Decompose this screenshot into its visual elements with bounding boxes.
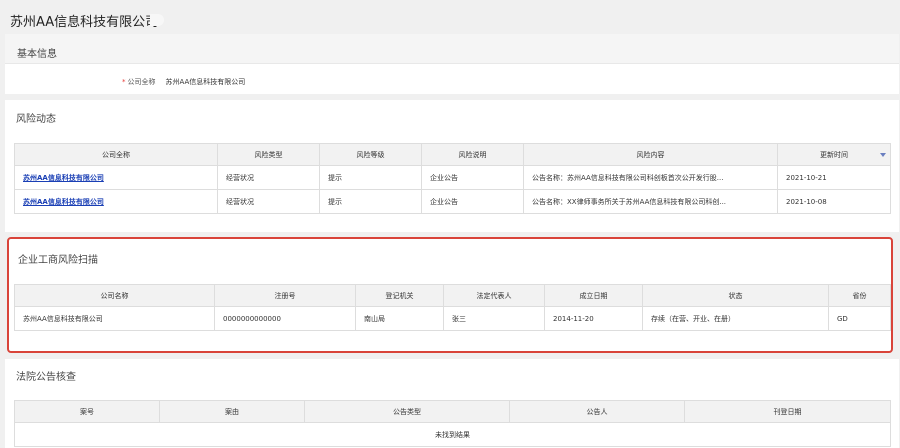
page-title: 苏州AA信息科技有限公司 bbox=[10, 15, 159, 30]
company-link[interactable]: 苏州AA信息科技有限公司 bbox=[14, 165, 218, 190]
table-cell: 南山局 bbox=[355, 306, 444, 331]
court-table: 案号 案由 公告类型 公告人 刊登日期 未找到结果 bbox=[14, 400, 891, 447]
business-table-header: 公司名称 注册号 登记机关 法定代表人 成立日期 状态 省份 bbox=[14, 284, 891, 307]
col-header[interactable]: 案号 bbox=[14, 400, 160, 423]
table-cell: 苏州AA信息科技有限公司 bbox=[14, 306, 215, 331]
table-cell: 经营状况 bbox=[217, 189, 320, 214]
basic-info-title: 基本信息 bbox=[5, 34, 899, 64]
col-header[interactable]: 公告类型 bbox=[304, 400, 510, 423]
risk-table-header: 公司全称 风险类型 风险等级 风险说明 风险内容 更新时间 bbox=[14, 143, 891, 166]
table-row: 苏州AA信息科技有限公司 0000000000000 南山局 张三 2014-1… bbox=[14, 306, 891, 331]
table-cell: 企业公告 bbox=[421, 189, 524, 214]
risk-title: 风险动态 bbox=[16, 114, 56, 125]
table-cell: 公告名称：苏州AA信息科技有限公司科创板首次公开发行股... bbox=[523, 165, 778, 190]
col-header[interactable]: 风险内容 bbox=[523, 143, 778, 166]
col-header[interactable]: 风险说明 bbox=[421, 143, 524, 166]
col-header[interactable]: 注册号 bbox=[214, 284, 356, 307]
col-header[interactable]: 登记机关 bbox=[355, 284, 444, 307]
table-cell: 2021-10-08 bbox=[777, 189, 891, 214]
col-header[interactable]: 成立日期 bbox=[544, 284, 643, 307]
sort-arrow-icon[interactable] bbox=[880, 153, 886, 157]
col-header[interactable]: 状态 bbox=[642, 284, 829, 307]
field-value: 苏州AA信息科技有限公司 bbox=[165, 78, 246, 86]
col-header[interactable]: 刊登日期 bbox=[684, 400, 891, 423]
company-link[interactable]: 苏州AA信息科技有限公司 bbox=[14, 189, 218, 214]
col-header[interactable]: 公告人 bbox=[509, 400, 685, 423]
table-cell: 2014-11-20 bbox=[544, 306, 643, 331]
table-cell: 2021-10-21 bbox=[777, 165, 891, 190]
table-row: 苏州AA信息科技有限公司 经营状况 提示 企业公告 公告名称：XX律师事务所关于… bbox=[14, 189, 891, 214]
court-table-header: 案号 案由 公告类型 公告人 刊登日期 bbox=[14, 400, 891, 423]
table-cell: 经营状况 bbox=[217, 165, 320, 190]
col-header[interactable]: 公司全称 bbox=[14, 143, 218, 166]
field-label: 公司全称 bbox=[127, 78, 156, 86]
col-header[interactable]: 公司名称 bbox=[14, 284, 215, 307]
table-cell: GD bbox=[828, 306, 891, 331]
col-header[interactable]: 法定代表人 bbox=[443, 284, 545, 307]
col-header-label: 更新时间 bbox=[820, 150, 848, 159]
empty-text: 未找到结果 bbox=[14, 422, 891, 447]
table-cell: 企业公告 bbox=[421, 165, 524, 190]
risk-table: 公司全称 风险类型 风险等级 风险说明 风险内容 更新时间 苏州AA信息科技有限… bbox=[14, 143, 891, 214]
title-tab-decoration bbox=[150, 14, 164, 26]
court-title: 法院公告核查 bbox=[16, 372, 76, 383]
col-header[interactable]: 风险类型 bbox=[217, 143, 320, 166]
table-cell: 提示 bbox=[319, 165, 422, 190]
table-cell: 提示 bbox=[319, 189, 422, 214]
business-table: 公司名称 注册号 登记机关 法定代表人 成立日期 状态 省份 苏州AA信息科技有… bbox=[14, 284, 891, 331]
col-header[interactable]: 风险等级 bbox=[319, 143, 422, 166]
table-cell: 0000000000000 bbox=[214, 306, 356, 331]
table-cell: 张三 bbox=[443, 306, 545, 331]
required-mark: * bbox=[122, 78, 126, 86]
table-row: 苏州AA信息科技有限公司 经营状况 提示 企业公告 公告名称：苏州AA信息科技有… bbox=[14, 165, 891, 190]
company-name-field: * 公司全称 苏州AA信息科技有限公司 bbox=[122, 77, 245, 87]
empty-row: 未找到结果 bbox=[14, 422, 891, 447]
col-header[interactable]: 案由 bbox=[159, 400, 305, 423]
col-header[interactable]: 省份 bbox=[828, 284, 891, 307]
table-cell: 存续（在营、开业、在册） bbox=[642, 306, 829, 331]
table-cell: 公告名称：XX律师事务所关于苏州AA信息科技有限公司科创... bbox=[523, 189, 778, 214]
col-header-sortable[interactable]: 更新时间 bbox=[777, 143, 891, 166]
business-risk-title: 企业工商风险扫描 bbox=[18, 255, 98, 266]
